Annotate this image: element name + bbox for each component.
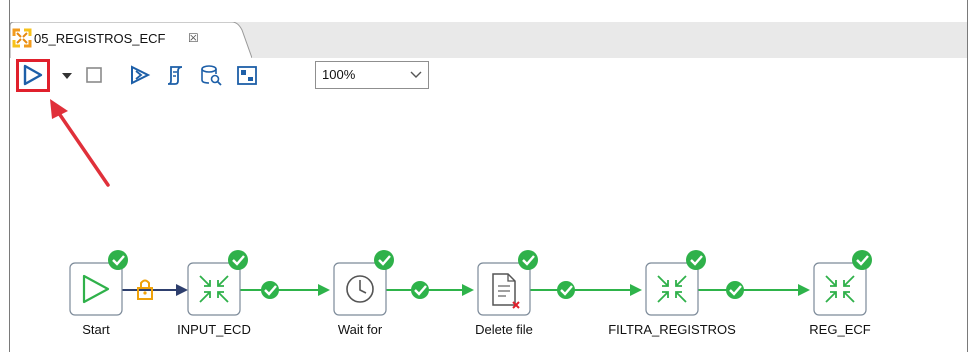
step-label-delete-file: Delete file: [475, 322, 533, 337]
database-search-icon[interactable]: [198, 62, 224, 88]
tab-label[interactable]: 05_REGISTROS_ECF: [34, 31, 166, 46]
check-icon: [852, 250, 872, 270]
check-icon: [228, 250, 248, 270]
check-icon: [726, 281, 744, 299]
grid-icon[interactable]: [234, 62, 260, 88]
check-icon: [411, 281, 429, 299]
hop-start-input[interactable]: [122, 279, 188, 300]
annotation-arrow: [50, 99, 110, 187]
run-button-highlight: [16, 59, 50, 92]
step-label-reg-ecf: REG_ECF: [809, 322, 871, 337]
workflow-diagram: [69, 250, 872, 316]
close-icon[interactable]: ☒: [188, 31, 199, 45]
step-label-filtra-registros: FILTRA_REGISTROS: [608, 322, 736, 337]
hop-filtra-reg[interactable]: [698, 281, 810, 299]
hop-wait-delete[interactable]: [386, 281, 474, 299]
hop-delete-filtra[interactable]: [530, 281, 642, 299]
chevron-down-icon: [410, 71, 422, 78]
check-icon: [518, 250, 538, 270]
step-filtra-registros[interactable]: [645, 250, 706, 316]
toolbar: [10, 58, 967, 94]
zoom-select[interactable]: 100%: [315, 61, 429, 89]
job-icon: [12, 28, 32, 48]
check-icon: [686, 250, 706, 270]
step-delete-file[interactable]: [477, 250, 538, 316]
check-icon: [374, 250, 394, 270]
step-wait-for[interactable]: [333, 250, 394, 316]
step-label-input-ecd: INPUT_ECD: [177, 322, 251, 337]
step-start[interactable]: [69, 250, 128, 316]
check-icon: [557, 281, 575, 299]
check-icon: [261, 281, 279, 299]
stop-icon[interactable]: [83, 62, 105, 88]
step-input-ecd[interactable]: [187, 250, 248, 316]
zoom-value: 100%: [322, 67, 356, 82]
step-label-start: Start: [82, 322, 110, 337]
chevron-down-icon[interactable]: [60, 62, 74, 88]
step-label-wait-for: Wait for: [337, 322, 383, 337]
script-icon[interactable]: [163, 62, 187, 88]
hop-input-wait[interactable]: [240, 281, 330, 299]
preview-run-icon[interactable]: [127, 62, 153, 88]
step-reg-ecf[interactable]: [813, 250, 872, 316]
check-icon: [108, 250, 128, 270]
